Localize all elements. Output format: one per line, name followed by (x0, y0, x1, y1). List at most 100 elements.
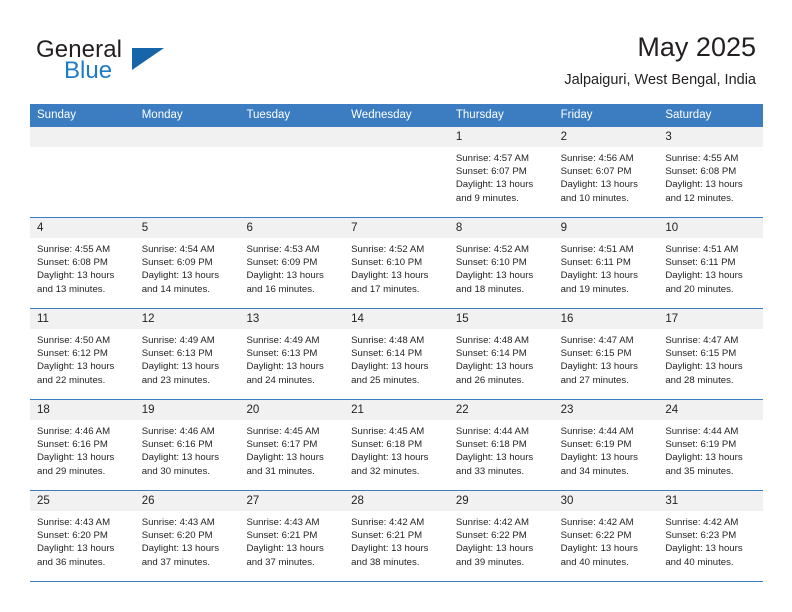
calendar-weeks: 1 Sunrise: 4:57 AM Sunset: 6:07 PM Daylight… (30, 127, 764, 582)
triangle-flag-icon (132, 48, 164, 70)
day-cell[interactable]: 30 Sunrise: 4:42 AM Sunset: 6:22 PM Dayligh… (553, 491, 659, 581)
day-cell[interactable]: 5 Sunrise: 4:54 AM Sunset: 6:09 PM Daylight… (134, 218, 240, 308)
day-number-band: 24 (658, 400, 764, 420)
calendar-grid: Sunday Monday Tuesday Wednesday Thursday Frid… (30, 104, 764, 582)
sunset-text: Sunset: 6:14 PM (455, 348, 527, 360)
day-cell[interactable]: 25 Sunrise: 4:43 AM Sunset: 6:20 PM Dayligh… (30, 491, 135, 581)
title-block: May 2025 Jalpaiguri, West Bengal, India (564, 30, 756, 90)
day-details: Sunrise: 4:45 AM Sunset: 6:18 PM Daylight:… (344, 420, 449, 478)
day-details: Sunrise: 4:42 AM Sunset: 6:22 PM Daylight:… (554, 511, 659, 569)
day-cell[interactable]: 17 Sunrise: 4:47 AM Sunset: 6:15 PM Dayligh… (658, 309, 764, 399)
day-cell[interactable]: 3 Sunrise: 4:55 AM Sunset: 6:08 PM Daylight… (658, 127, 764, 217)
day-cell[interactable]: 23 Sunrise: 4:44 AM Sunset: 6:19 PM Dayligh… (553, 400, 659, 490)
day-cell[interactable]: 11 Sunrise: 4:50 AM Sunset: 6:12 PM Dayligh… (30, 309, 135, 399)
daylight-text-line2: and 13 minutes. (37, 283, 106, 295)
day-cell[interactable]: 22 Sunrise: 4:44 AM Sunset: 6:18 PM Dayligh… (448, 400, 554, 490)
day-details: Sunrise: 4:44 AM Sunset: 6:19 PM Daylight:… (658, 420, 763, 478)
weekday-header-friday: Friday (560, 109, 593, 121)
day-number: 14 (351, 313, 364, 325)
daylight-text-line1: Daylight: 13 hours (141, 543, 220, 555)
day-cell[interactable]: 31 Sunrise: 4:42 AM Sunset: 6:23 PM Dayligh… (658, 491, 764, 581)
day-number: 21 (351, 404, 364, 416)
sunset-text: Sunset: 6:19 PM (560, 439, 632, 451)
day-number: 4 (37, 222, 44, 234)
sunrise-text: Sunrise: 4:43 AM (246, 517, 320, 528)
day-cell[interactable]: 16 Sunrise: 4:47 AM Sunset: 6:15 PM Dayligh… (553, 309, 659, 399)
day-number-band: 25 (30, 491, 135, 511)
sunrise-text: Sunrise: 4:52 AM (455, 244, 529, 255)
weekday-header-thursday: Thursday (455, 109, 504, 121)
day-cell[interactable]: 9 Sunrise: 4:51 AM Sunset: 6:11 PM Daylight… (553, 218, 659, 308)
sunset-text: Sunset: 6:14 PM (351, 348, 423, 360)
day-number-band: 21 (344, 400, 449, 420)
day-cell-empty (239, 127, 345, 217)
calendar-week-row: 18 Sunrise: 4:46 AM Sunset: 6:16 PM Dayligh… (30, 400, 764, 491)
daylight-text-line1: Daylight: 13 hours (37, 543, 115, 555)
daylight-text-line2: and 28 minutes. (665, 374, 734, 386)
day-cell[interactable]: 18 Sunrise: 4:46 AM Sunset: 6:16 PM Dayligh… (30, 400, 135, 490)
day-cell[interactable]: 7 Sunrise: 4:52 AM Sunset: 6:10 PM Daylight… (344, 218, 449, 308)
day-cell[interactable]: 21 Sunrise: 4:45 AM Sunset: 6:18 PM Dayligh… (344, 400, 449, 490)
day-number-band: 19 (134, 400, 240, 420)
daylight-text-line1: Daylight: 13 hours (665, 452, 743, 464)
day-cell[interactable]: 12 Sunrise: 4:49 AM Sunset: 6:13 PM Dayligh… (134, 309, 240, 399)
day-number-band: 20 (239, 400, 345, 420)
day-cell[interactable]: 19 Sunrise: 4:46 AM Sunset: 6:16 PM Dayligh… (134, 400, 240, 490)
day-cell[interactable]: 14 Sunrise: 4:48 AM Sunset: 6:14 PM Dayligh… (344, 309, 449, 399)
daylight-text-line1: Daylight: 13 hours (455, 543, 534, 555)
day-details: Sunrise: 4:44 AM Sunset: 6:18 PM Daylight:… (449, 420, 554, 478)
daylight-text-line2: and 23 minutes. (141, 374, 210, 386)
day-number: 10 (665, 222, 679, 234)
sunrise-text: Sunrise: 4:51 AM (665, 244, 739, 255)
sunset-text: Sunset: 6:11 PM (665, 257, 736, 269)
daylight-text-line1: Daylight: 13 hours (455, 179, 534, 191)
daylight-text-line1: Daylight: 13 hours (351, 270, 429, 282)
day-cell[interactable]: 27 Sunrise: 4:43 AM Sunset: 6:21 PM Dayligh… (239, 491, 345, 581)
day-number: 31 (665, 495, 679, 507)
sunrise-text: Sunrise: 4:53 AM (246, 244, 320, 255)
day-cell[interactable]: 28 Sunrise: 4:42 AM Sunset: 6:21 PM Dayligh… (344, 491, 449, 581)
general-blue-logo[interactable]: General Blue (36, 36, 236, 88)
day-cell[interactable]: 13 Sunrise: 4:49 AM Sunset: 6:13 PM Dayligh… (239, 309, 345, 399)
sunset-text: Sunset: 6:13 PM (246, 348, 318, 360)
day-number-band: 11 (30, 309, 135, 329)
day-cell[interactable]: 24 Sunrise: 4:44 AM Sunset: 6:19 PM Dayligh… (658, 400, 764, 490)
day-details: Sunrise: 4:47 AM Sunset: 6:15 PM Daylight:… (658, 329, 763, 387)
day-cell[interactable]: 15 Sunrise: 4:48 AM Sunset: 6:14 PM Dayligh… (448, 309, 554, 399)
sunset-text: Sunset: 6:19 PM (665, 439, 737, 451)
sunrise-text: Sunrise: 4:52 AM (351, 244, 425, 255)
day-details: Sunrise: 4:49 AM Sunset: 6:13 PM Daylight:… (239, 329, 344, 387)
daylight-text-line2: and 33 minutes. (455, 465, 525, 477)
day-number-band (30, 127, 135, 147)
day-number-band: 10 (658, 218, 764, 238)
day-cell[interactable]: 26 Sunrise: 4:43 AM Sunset: 6:20 PM Dayligh… (134, 491, 240, 581)
day-cell[interactable]: 6 Sunrise: 4:53 AM Sunset: 6:09 PM Daylight… (239, 218, 345, 308)
day-number: 27 (246, 495, 260, 507)
sunset-text: Sunset: 6:18 PM (455, 439, 527, 451)
daylight-text-line1: Daylight: 13 hours (455, 452, 534, 464)
daylight-text-line2: and 16 minutes. (246, 283, 315, 295)
sunset-text: Sunset: 6:21 PM (246, 530, 318, 542)
day-number-band: 7 (344, 218, 449, 238)
day-details: Sunrise: 4:42 AM Sunset: 6:21 PM Daylight:… (344, 511, 449, 569)
sunset-text: Sunset: 6:09 PM (141, 257, 213, 269)
daylight-text-line2: and 39 minutes. (455, 556, 525, 568)
sunrise-text: Sunrise: 4:50 AM (37, 335, 111, 346)
day-details: Sunrise: 4:51 AM Sunset: 6:11 PM Daylight:… (554, 238, 659, 296)
day-cell[interactable]: 1 Sunrise: 4:57 AM Sunset: 6:07 PM Daylight… (448, 127, 554, 217)
daylight-text-line1: Daylight: 13 hours (246, 452, 324, 464)
day-number: 17 (665, 313, 679, 325)
day-number-band: 17 (658, 309, 764, 329)
daylight-text-line1: Daylight: 13 hours (665, 270, 743, 282)
calendar-week-row: 11 Sunrise: 4:50 AM Sunset: 6:12 PM Dayligh… (30, 309, 764, 400)
day-cell[interactable]: 20 Sunrise: 4:45 AM Sunset: 6:17 PM Dayligh… (239, 400, 345, 490)
day-details: Sunrise: 4:55 AM Sunset: 6:08 PM Daylight:… (658, 147, 763, 205)
day-cell[interactable]: 8 Sunrise: 4:52 AM Sunset: 6:10 PM Daylight… (448, 218, 554, 308)
day-cell[interactable]: 4 Sunrise: 4:55 AM Sunset: 6:08 PM Daylight… (30, 218, 135, 308)
day-cell[interactable]: 29 Sunrise: 4:42 AM Sunset: 6:22 PM Dayligh… (448, 491, 554, 581)
daylight-text-line2: and 27 minutes. (560, 374, 629, 386)
day-number: 24 (665, 404, 679, 416)
day-number-band: 29 (448, 491, 554, 511)
day-cell[interactable]: 10 Sunrise: 4:51 AM Sunset: 6:11 PM Dayligh… (658, 218, 764, 308)
day-cell[interactable]: 2 Sunrise: 4:56 AM Sunset: 6:07 PM Daylight… (553, 127, 659, 217)
